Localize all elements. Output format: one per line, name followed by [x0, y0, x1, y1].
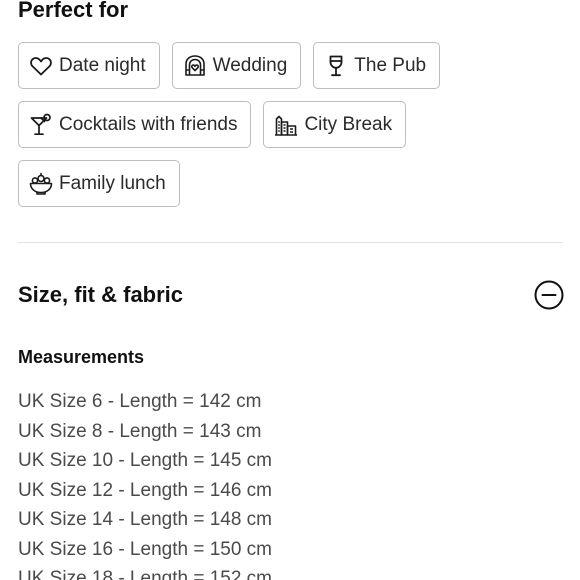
occasion-chips: Date night Wedding The Pub Cocktails wit…	[18, 42, 568, 219]
wine-glass-icon	[323, 53, 349, 79]
chip-the-pub[interactable]: The Pub	[313, 42, 441, 89]
wedding-arch-icon	[182, 53, 208, 79]
chip-label: City Break	[304, 113, 393, 135]
heart-icon	[28, 53, 54, 79]
measurement-item: UK Size 16 - Length = 150 cm	[18, 538, 273, 560]
city-buildings-icon	[273, 112, 299, 138]
measurements-heading: Measurements	[18, 347, 145, 367]
chip-label: Wedding	[212, 54, 288, 76]
measurement-item: UK Size 18 - Length = 152 cm	[18, 568, 273, 580]
perfect-for-heading: Perfect for	[18, 0, 129, 22]
measurement-item: UK Size 12 - Length = 146 cm	[18, 479, 273, 501]
measurements-list: UK Size 6 - Length = 142 cm UK Size 8 - …	[18, 387, 272, 580]
food-bowl-icon	[28, 171, 54, 197]
chip-label: Date night	[59, 54, 146, 76]
measurement-item: UK Size 14 - Length = 148 cm	[18, 509, 273, 530]
chip-label: The Pub	[354, 54, 427, 76]
size-fit-fabric-heading: Size, fit & fabric	[18, 282, 184, 307]
chip-city-break[interactable]: City Break	[263, 101, 407, 148]
chip-label: Family lunch	[59, 172, 166, 194]
measurement-item: UK Size 6 - Length = 142 cm	[18, 391, 262, 412]
chip-row: Family lunch	[18, 160, 568, 207]
product-details-panel: Perfect for Date night Wedding The Pub C…	[0, 0, 580, 580]
chip-family-lunch[interactable]: Family lunch	[18, 160, 180, 207]
measurement-item: UK Size 8 - Length = 143 cm	[18, 420, 262, 442]
chip-wedding[interactable]: Wedding	[171, 42, 302, 89]
chip-row: Cocktails with friends City Break	[18, 101, 568, 148]
section-divider	[18, 242, 563, 243]
chip-label: Cocktails with friends	[59, 113, 238, 135]
chip-cocktails-with-friends[interactable]: Cocktails with friends	[18, 101, 252, 148]
size-fit-fabric-accordion-header[interactable]: Size, fit & fabric	[18, 276, 564, 314]
chip-date-night[interactable]: Date night	[18, 42, 160, 89]
minus-circle-icon[interactable]	[534, 280, 564, 310]
measurement-item: UK Size 10 - Length = 145 cm	[18, 450, 273, 471]
chip-row: Date night Wedding The Pub	[18, 42, 568, 89]
cocktail-icon	[28, 112, 54, 138]
